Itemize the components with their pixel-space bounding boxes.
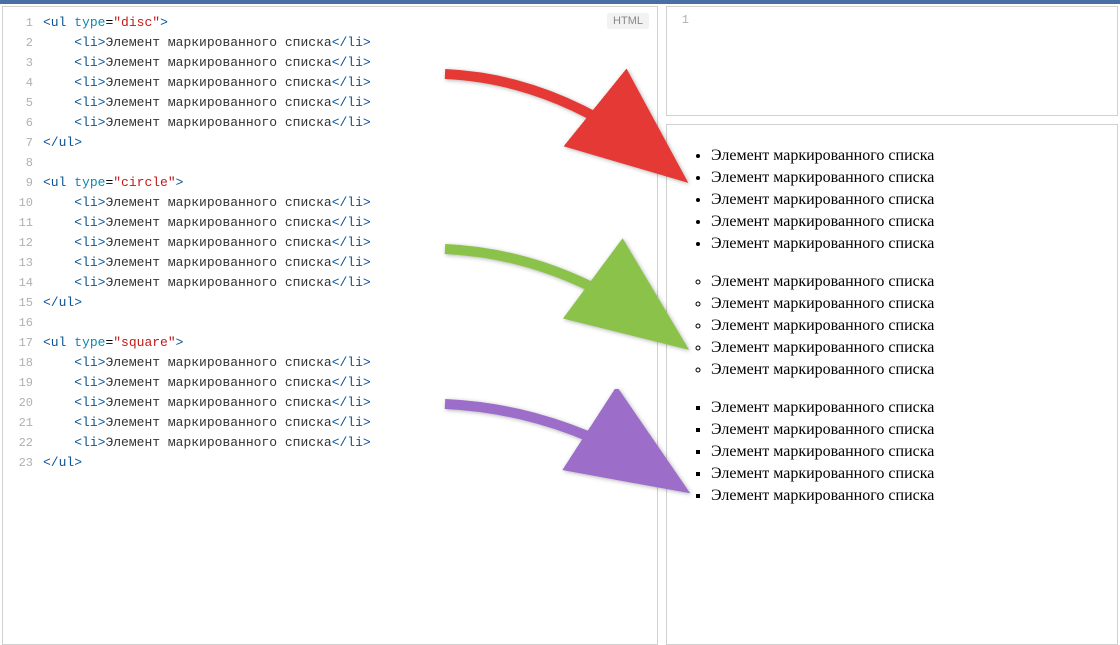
line-number: 1 [3,13,43,33]
line-number: 6 [3,113,43,133]
line-number: 13 [3,253,43,273]
line-number: 5 [3,93,43,113]
line-number: 15 [3,293,43,313]
line-content[interactable]: </ul> [43,133,657,153]
line-content[interactable]: <ul type="square"> [43,333,657,353]
code-line[interactable]: 22 <li>Элемент маркированного списка</li… [3,433,657,453]
line-content[interactable]: <li>Элемент маркированного списка</li> [43,193,657,213]
code-line[interactable]: 5 <li>Элемент маркированного списка</li> [3,93,657,113]
code-line[interactable]: 21 <li>Элемент маркированного списка</li… [3,413,657,433]
code-line[interactable]: 14 <li>Элемент маркированного списка</li… [3,273,657,293]
line-number: 22 [3,433,43,453]
list-item: Элемент маркированного списка [711,233,1107,255]
code-line[interactable]: 8 [3,153,657,173]
list-item: Элемент маркированного списка [711,337,1107,359]
line-content[interactable]: <ul type="circle"> [43,173,657,193]
code-line[interactable]: 17<ul type="square"> [3,333,657,353]
code-line[interactable]: 3 <li>Элемент маркированного списка</li> [3,53,657,73]
code-line[interactable]: 7</ul> [3,133,657,153]
line-number: 11 [3,213,43,233]
line-content[interactable]: <li>Элемент маркированного списка</li> [43,93,657,113]
line-number: 23 [3,453,43,473]
list-item: Элемент маркированного списка [711,293,1107,315]
language-badge: HTML [607,13,649,29]
code-line[interactable]: 23</ul> [3,453,657,473]
line-content[interactable] [43,153,657,173]
line-number: 2 [3,33,43,53]
list-item: Элемент маркированного списка [711,145,1107,167]
code-line[interactable]: 11 <li>Элемент маркированного списка</li… [3,213,657,233]
code-line[interactable]: 16 [3,313,657,333]
list-item: Элемент маркированного списка [711,167,1107,189]
line-number: 9 [3,173,43,193]
right-side: 1 Элемент маркированного списка Элемент … [666,6,1118,645]
preview-output-panel: Элемент маркированного списка Элемент ма… [666,124,1118,645]
line-content[interactable]: <li>Элемент маркированного списка</li> [43,413,657,433]
line-content[interactable]: </ul> [43,453,657,473]
list-item: Элемент маркированного списка [711,271,1107,293]
line-number: 18 [3,353,43,373]
line-number: 20 [3,393,43,413]
code-line[interactable]: 1<ul type="disc"> [3,13,657,33]
list-item: Элемент маркированного списка [711,315,1107,337]
list-item: Элемент маркированного списка [711,441,1107,463]
line-content[interactable]: <li>Элемент маркированного списка</li> [43,33,657,53]
code-line[interactable]: 2 <li>Элемент маркированного списка</li> [3,33,657,53]
line-content[interactable]: <li>Элемент маркированного списка</li> [43,53,657,73]
list-item: Элемент маркированного списка [711,211,1107,233]
line-content[interactable]: <li>Элемент маркированного списка</li> [43,273,657,293]
list-item: Элемент маркированного списка [711,463,1107,485]
line-number: 4 [3,73,43,93]
preview-header-panel: 1 [666,6,1118,116]
line-content[interactable]: <li>Элемент маркированного списка</li> [43,73,657,93]
line-content[interactable]: <li>Элемент маркированного списка</li> [43,113,657,133]
code-line[interactable]: 18 <li>Элемент маркированного списка</li… [3,353,657,373]
main-container: HTML 1<ul type="disc">2 <li>Элемент марк… [0,4,1120,645]
disc-list: Элемент маркированного списка Элемент ма… [711,145,1107,255]
line-content[interactable]: <li>Элемент маркированного списка</li> [43,253,657,273]
code-line[interactable]: 20 <li>Элемент маркированного списка</li… [3,393,657,413]
line-number: 3 [3,53,43,73]
line-content[interactable]: <ul type="disc"> [43,13,657,33]
line-number: 17 [3,333,43,353]
line-content[interactable]: <li>Элемент маркированного списка</li> [43,433,657,453]
list-item: Элемент маркированного списка [711,397,1107,419]
line-number: 19 [3,373,43,393]
line-content[interactable]: <li>Элемент маркированного списка</li> [43,213,657,233]
code-line[interactable]: 12 <li>Элемент маркированного списка</li… [3,233,657,253]
code-line[interactable]: 19 <li>Элемент маркированного списка</li… [3,373,657,393]
line-content[interactable] [43,313,657,333]
line-number: 10 [3,193,43,213]
code-line[interactable]: 13 <li>Элемент маркированного списка</li… [3,253,657,273]
line-content[interactable]: <li>Элемент маркированного списка</li> [43,373,657,393]
list-item: Элемент маркированного списка [711,189,1107,211]
list-item: Элемент маркированного списка [711,419,1107,441]
list-item: Элемент маркированного списка [711,359,1107,381]
line-number: 8 [3,153,43,173]
circle-list: Элемент маркированного списка Элемент ма… [711,271,1107,381]
line-content[interactable]: <li>Элемент маркированного списка</li> [43,353,657,373]
square-list: Элемент маркированного списка Элемент ма… [711,397,1107,507]
code-line[interactable]: 9<ul type="circle"> [3,173,657,193]
code-line[interactable]: 15</ul> [3,293,657,313]
line-number: 14 [3,273,43,293]
code-line[interactable]: 6 <li>Элемент маркированного списка</li> [3,113,657,133]
line-number: 12 [3,233,43,253]
line-number: 1 [667,7,697,27]
code-line[interactable]: 4 <li>Элемент маркированного списка</li> [3,73,657,93]
code-line[interactable]: 10 <li>Элемент маркированного списка</li… [3,193,657,213]
code-content[interactable]: 1<ul type="disc">2 <li>Элемент маркирова… [3,7,657,479]
line-number: 16 [3,313,43,333]
line-number: 21 [3,413,43,433]
line-content[interactable]: <li>Элемент маркированного списка</li> [43,393,657,413]
line-content[interactable]: </ul> [43,293,657,313]
code-editor-panel[interactable]: HTML 1<ul type="disc">2 <li>Элемент марк… [2,6,658,645]
list-item: Элемент маркированного списка [711,485,1107,507]
line-content[interactable]: <li>Элемент маркированного списка</li> [43,233,657,253]
line-number: 7 [3,133,43,153]
